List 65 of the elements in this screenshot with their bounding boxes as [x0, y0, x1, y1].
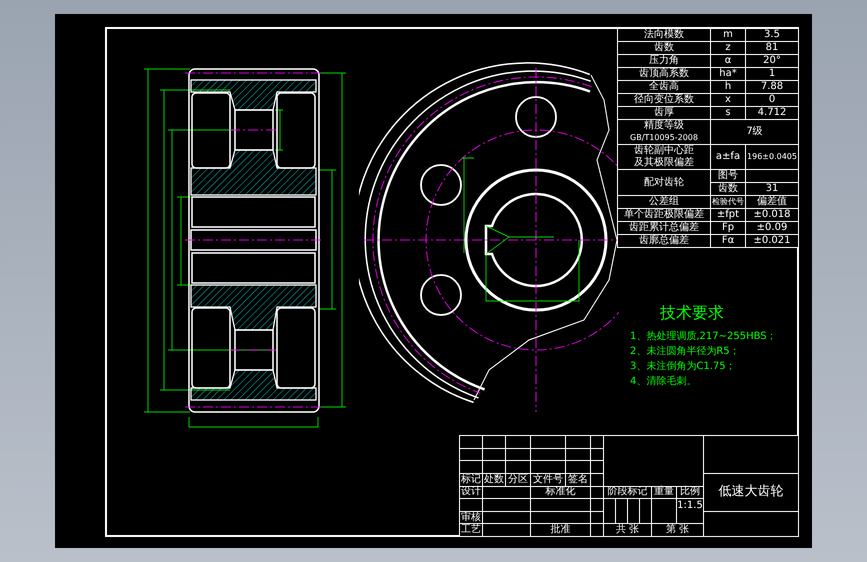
parameter-name: 压力角	[618, 55, 710, 67]
parameter-name: 齿距累计总偏差	[618, 222, 710, 234]
requirement-item: 2、未注圆角半径为R5；	[630, 346, 741, 358]
empty-cell	[604, 499, 615, 524]
standard-code: GB/T10095-2008	[630, 132, 698, 144]
parameter-value: ±0.09	[746, 222, 798, 234]
parameter-value: 1	[746, 68, 798, 80]
sheet-count: 共 张	[604, 524, 651, 536]
parameter-name-line: 齿轮副中心距	[634, 145, 694, 156]
parameter-value: 20°	[746, 55, 798, 67]
column-header: 偏差值	[746, 196, 798, 208]
parameter-name: 齿廓总偏差	[618, 235, 710, 247]
parameter-name: 齿厚	[618, 107, 710, 119]
sheet-number: 第 张	[652, 524, 703, 536]
title-block-label: 处数	[483, 474, 505, 486]
parameter-name: 单个齿距极限偏差	[618, 209, 710, 221]
title-block-label: 标记	[460, 474, 482, 486]
title-block-label: 文件号	[531, 474, 565, 486]
parameter-value: 0	[746, 94, 798, 106]
parameter-name: 配对齿轮	[618, 170, 710, 195]
parameter-symbol: z	[711, 42, 745, 54]
parameter-name: 全齿高	[618, 81, 710, 93]
parameter-name-line: 及其极限偏差	[634, 157, 694, 169]
drawing-name: 低速大齿轮	[704, 474, 798, 511]
parameter-symbol: x	[711, 94, 745, 106]
parameter-symbol: m	[711, 29, 745, 41]
parameter-value: 7.88	[746, 81, 798, 93]
title-block-label: 审核	[460, 512, 482, 524]
parameter-value: 4.712	[746, 107, 798, 119]
parameter-symbol: a±fa	[711, 145, 745, 169]
parameter-name: 齿顶高系数	[618, 68, 710, 80]
parameter-label: 齿数	[711, 183, 745, 195]
column-header: 检验代号	[711, 196, 745, 208]
parameter-value: 7级	[711, 120, 798, 144]
parameter-value: 3.5	[746, 29, 798, 41]
parameter-name: 精度等级	[644, 120, 684, 132]
parameter-value: 196±0.0405	[746, 145, 798, 169]
parameter-name: 齿数	[618, 42, 710, 54]
parameter-symbol: α	[711, 55, 745, 67]
parameter-value: 81	[746, 42, 798, 54]
parameter-symbol: ha*	[711, 68, 745, 80]
scale-value: 1:1.5	[677, 499, 703, 524]
column-header: 公差组	[618, 196, 710, 208]
parameter-symbol: h	[711, 81, 745, 93]
parameter-symbol: ±fpt	[711, 209, 745, 221]
parameter-symbol: Fp	[711, 222, 745, 234]
empty-cell	[616, 499, 627, 524]
parameter-symbol: s	[711, 107, 745, 119]
parameter-label: 图号	[711, 170, 745, 182]
parameter-value: 31	[746, 183, 798, 195]
parameter-value: ±0.018	[746, 209, 798, 221]
title-block-label: 批准	[531, 524, 590, 536]
requirement-item: 4、清除毛刺。	[630, 376, 698, 388]
parameter-value: ±0.021	[746, 235, 798, 247]
empty-cell	[628, 499, 639, 524]
empty-cell	[640, 499, 651, 524]
title-block-label: 签名	[566, 474, 590, 486]
requirements-title: 技术要求	[660, 303, 725, 324]
requirement-item: 3、未注倒角为C1.75；	[630, 361, 737, 373]
parameter-name: 径向变位系数	[618, 94, 710, 106]
requirement-item: 1、热处理调质,217~255HBS；	[630, 331, 777, 343]
parameter-name: 法向模数	[618, 29, 710, 41]
parameter-symbol: Fα	[711, 235, 745, 247]
title-block-label: 工艺	[460, 524, 482, 536]
title-block-label: 分区	[506, 474, 530, 486]
